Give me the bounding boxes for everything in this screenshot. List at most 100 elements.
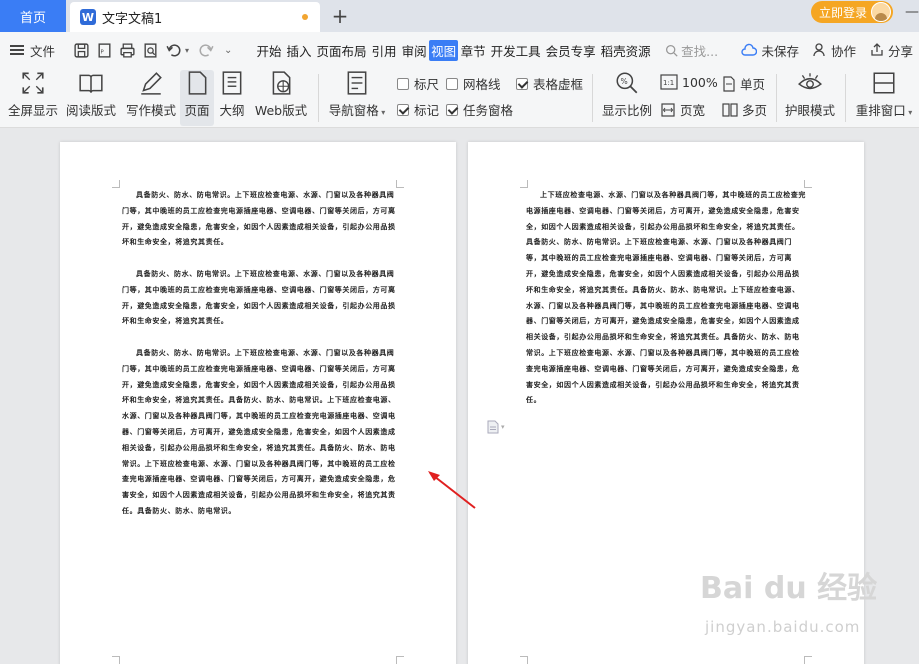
menu-developer[interactable]: 开发工具	[488, 41, 543, 60]
task-pane-checkbox[interactable]: 任务窗格	[446, 100, 513, 119]
margin-corner	[520, 180, 528, 188]
writing-mode-button[interactable]: 写作模式	[124, 70, 178, 119]
collaborate-button[interactable]: 协作	[813, 41, 856, 60]
ruler-checkbox[interactable]: 标尺	[397, 74, 439, 93]
chevron-down-icon: ▾	[501, 423, 505, 431]
page-width-button[interactable]: 页宽	[660, 100, 705, 119]
outline-icon	[222, 71, 242, 95]
margin-corner	[112, 656, 120, 664]
table-gridlines-label: 表格虚框	[533, 77, 584, 92]
paragraph-layout-button[interactable]: ▾	[487, 420, 505, 434]
page-view-button[interactable]: 页面	[180, 70, 214, 126]
margin-corner	[396, 180, 404, 188]
share-button[interactable]: 分享	[870, 41, 913, 60]
eye-protection-button[interactable]: 护眼模式	[782, 70, 838, 119]
right-actions: 未保存 协作 分享	[741, 32, 913, 68]
zoom-100-button[interactable]: 1:1 100%	[660, 74, 718, 90]
user-icon	[813, 43, 825, 57]
single-page-icon	[723, 75, 735, 92]
task-pane-check-icon	[446, 103, 458, 116]
undo-dropdown-icon[interactable]: ▾	[185, 46, 189, 55]
page-icon	[188, 71, 207, 95]
gridlines-checkbox[interactable]: 网格线	[446, 74, 501, 93]
page-1-body[interactable]: 具备防火、防水、防电常识。上下班应检查电源、水源、门窗以及各种器具阀门等，其中晚…	[122, 188, 398, 536]
ruler-check-icon	[397, 77, 409, 90]
menu-page-layout[interactable]: 页面布局	[314, 41, 369, 60]
page-2-body[interactable]: 上下班应检查电源、水源、门窗以及各种器具阀门等，其中晚班的员工应检查完电源插座电…	[526, 188, 806, 425]
single-page-button[interactable]: 单页	[722, 74, 765, 93]
table-gridlines-checkbox[interactable]: 表格虚框	[516, 74, 583, 93]
page-width-label: 页宽	[680, 103, 706, 118]
unsaved-button[interactable]: 未保存	[741, 41, 799, 60]
table-gridlines-check-icon	[516, 77, 528, 90]
main-menu: 开始 插入 页面布局 引用 审阅 视图 章节 开发工具 会员专享 稻壳资源 查找…	[254, 39, 718, 61]
multi-page-button[interactable]: 多页	[722, 100, 767, 119]
multi-page-icon	[722, 102, 738, 117]
web-layout-button[interactable]: Web版式	[252, 70, 310, 119]
share-label: 分享	[887, 43, 913, 59]
new-tab-button[interactable]: +	[330, 4, 350, 28]
page-width-icon	[661, 102, 675, 117]
unsaved-dot-icon	[302, 14, 308, 20]
margin-corner	[804, 656, 812, 664]
gridlines-check-icon	[446, 77, 458, 90]
multi-page-label: 多页	[742, 103, 768, 118]
red-arrow-annotation	[428, 471, 476, 509]
customize-toolbar-icon[interactable]: ⌄	[224, 45, 232, 56]
document-canvas[interactable]: 具备防火、防水、防电常识。上下班应检查电源、水源、门窗以及各种器具阀门等，其中晚…	[0, 128, 919, 664]
gridlines-label: 网格线	[463, 77, 501, 92]
reading-mode-label: 阅读版式	[65, 103, 116, 118]
ribbon-divider	[776, 74, 777, 122]
margin-corner	[804, 180, 812, 188]
search-placeholder: 查找...	[681, 43, 719, 59]
file-menu[interactable]: 文件	[0, 41, 64, 60]
undo-icon[interactable]	[165, 42, 182, 59]
single-page-label: 单页	[740, 77, 766, 92]
save-icon[interactable]	[73, 42, 90, 59]
pen-icon	[141, 72, 162, 95]
outline-label: 大纲	[219, 103, 245, 118]
menu-view[interactable]: 视图	[429, 39, 459, 61]
paragraph[interactable]: 具备防火、防水、防电常识。上下班应检查电源、水源、门窗以及各种器具阀门等，其中晚…	[122, 346, 398, 520]
unsaved-label: 未保存	[761, 43, 799, 59]
search-box[interactable]: 查找...	[665, 41, 718, 60]
ruler-label: 标尺	[414, 77, 440, 92]
menu-member[interactable]: 会员专享	[543, 41, 598, 60]
outline-button[interactable]: 大纲	[218, 70, 246, 119]
web-layout-label: Web版式	[254, 103, 308, 118]
menu-references[interactable]: 引用	[369, 41, 399, 60]
menu-section[interactable]: 章节	[458, 41, 488, 60]
paragraph[interactable]: 具备防火、防水、防电常识。上下班应检查电源、水源、门窗以及各种器具阀门等，其中晚…	[122, 267, 398, 330]
margin-corner	[396, 656, 404, 664]
redo-icon[interactable]	[198, 42, 215, 59]
rearrange-window-button[interactable]: 重排窗口 ▾	[852, 70, 916, 119]
document-icon	[487, 420, 499, 434]
avatar[interactable]	[871, 2, 891, 22]
login-button[interactable]: 立即登录	[811, 1, 893, 23]
tab-home[interactable]: 首页	[0, 0, 66, 32]
zoom-icon: %	[616, 72, 638, 94]
zoom-button[interactable]: % 显示比例	[600, 70, 654, 119]
page-1[interactable]: 具备防火、防水、防电常识。上下班应检查电源、水源、门窗以及各种器具阀门等，其中晚…	[60, 142, 456, 664]
minimize-icon[interactable]: —	[905, 4, 919, 20]
svg-text:P: P	[100, 49, 104, 55]
share-icon	[871, 43, 883, 56]
paragraph[interactable]: 具备防火、防水、防电常识。上下班应检查电源、水源、门窗以及各种器具阀门等，其中晚…	[122, 188, 398, 251]
nav-pane-button[interactable]: 导航窗格 ▾	[326, 70, 388, 119]
file-menu-label: 文件	[30, 43, 56, 59]
menu-insert[interactable]: 插入	[284, 41, 314, 60]
menu-docer[interactable]: 稻壳资源	[598, 41, 653, 60]
eye-icon	[798, 73, 822, 90]
print-icon[interactable]	[119, 42, 136, 59]
menu-review[interactable]: 审阅	[399, 41, 429, 60]
export-pdf-icon[interactable]: P	[96, 42, 113, 59]
tab-document[interactable]: W 文字文稿1	[70, 2, 320, 32]
print-preview-icon[interactable]	[142, 42, 159, 59]
fullscreen-label: 全屏显示	[7, 103, 58, 118]
menu-start[interactable]: 开始	[254, 41, 284, 60]
fullscreen-button[interactable]: 全屏显示	[6, 70, 60, 119]
paragraph[interactable]: 上下班应检查电源、水源、门窗以及各种器具阀门等，其中晚班的员工应检查完电源插座电…	[526, 188, 806, 409]
reading-mode-button[interactable]: 阅读版式	[64, 70, 118, 119]
marks-checkbox[interactable]: 标记	[397, 100, 439, 119]
svg-text:1:1: 1:1	[663, 79, 674, 87]
